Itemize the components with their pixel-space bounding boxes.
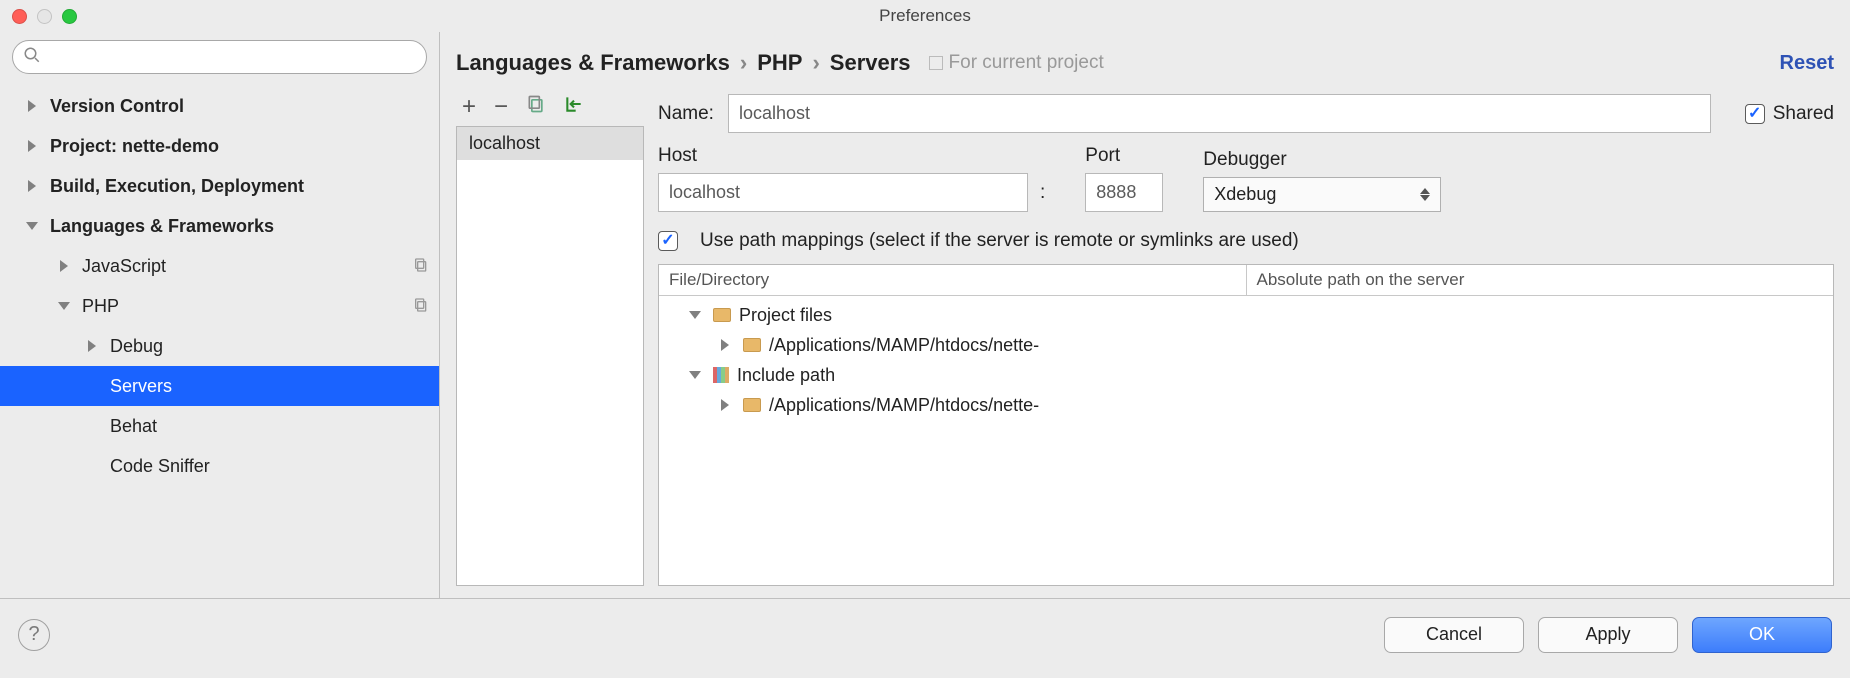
apply-button[interactable]: Apply (1538, 617, 1678, 653)
folder-icon (743, 398, 761, 412)
chevron-down-icon (689, 371, 701, 379)
grid-row[interactable]: Include path (659, 360, 1833, 390)
title-bar: Preferences (0, 0, 1850, 32)
folder-icon (743, 338, 761, 352)
tree-label: Build, Execution, Deployment (50, 176, 304, 197)
server-form: Name: Shared Host : (658, 94, 1834, 586)
remove-button[interactable]: − (494, 93, 508, 121)
cancel-button[interactable]: Cancel (1384, 617, 1524, 653)
server-list-toolbar: + − (456, 94, 644, 126)
project-icon (929, 56, 943, 70)
chevron-right-icon (721, 399, 729, 411)
search-input[interactable] (49, 47, 416, 67)
tree-label: Servers (110, 376, 172, 397)
grid-cell: Include path (737, 365, 835, 386)
shared-checkbox[interactable] (1745, 104, 1765, 124)
debugger-label: Debugger (1203, 149, 1441, 171)
import-button[interactable] (564, 94, 584, 120)
tree-label: Behat (110, 416, 157, 437)
tree-label: JavaScript (82, 256, 166, 277)
chevron-right-icon: › (740, 50, 747, 76)
tree-label: Project: nette-demo (50, 136, 219, 157)
breadcrumb: Languages & Frameworks › PHP › Servers F… (456, 42, 1834, 84)
chevron-right-icon (88, 340, 96, 352)
settings-tree: Version Control Project: nette-demo Buil… (0, 82, 439, 598)
content-pane: Languages & Frameworks › PHP › Servers F… (440, 32, 1850, 598)
copy-icon (413, 297, 429, 316)
tree-label: Version Control (50, 96, 184, 117)
grid-header: File/Directory Absolute path on the serv… (659, 265, 1833, 296)
host-label: Host (658, 145, 1045, 167)
path-mappings-grid: File/Directory Absolute path on the serv… (658, 264, 1834, 586)
use-path-mappings-checkbox[interactable] (658, 231, 678, 251)
grid-header-file[interactable]: File/Directory (659, 265, 1247, 295)
chevron-down-icon (689, 311, 701, 319)
server-list-item[interactable]: localhost (457, 127, 643, 160)
name-input[interactable] (728, 94, 1711, 133)
tree-item-build[interactable]: Build, Execution, Deployment (0, 166, 439, 206)
breadcrumb-2: PHP (757, 50, 802, 76)
debugger-select[interactable]: Xdebug (1203, 177, 1441, 212)
search-field[interactable] (12, 40, 427, 74)
tree-item-version-control[interactable]: Version Control (0, 86, 439, 126)
colon-separator: : (1040, 182, 1045, 204)
scope-text: For current project (949, 52, 1104, 74)
server-list-panel: + − localhost (456, 94, 644, 586)
tree-item-javascript[interactable]: JavaScript (0, 246, 439, 286)
search-icon (23, 46, 41, 69)
tree-item-behat[interactable]: Behat (0, 406, 439, 446)
folder-icon (713, 308, 731, 322)
host-input[interactable] (658, 173, 1028, 212)
chevron-right-icon (60, 260, 68, 272)
chevron-right-icon (721, 339, 729, 351)
chevron-down-icon (58, 302, 70, 310)
tree-item-debug[interactable]: Debug (0, 326, 439, 366)
name-label: Name: (658, 103, 714, 125)
chevron-right-icon: › (812, 50, 819, 76)
dialog-footer: ? Cancel Apply OK (0, 598, 1850, 670)
grid-row[interactable]: Project files (659, 300, 1833, 330)
reset-link[interactable]: Reset (1780, 52, 1834, 75)
copy-button[interactable] (526, 94, 546, 120)
chevron-right-icon (28, 140, 36, 152)
grid-header-path[interactable]: Absolute path on the server (1247, 265, 1834, 295)
breadcrumb-3: Servers (830, 50, 911, 76)
updown-icon (1420, 188, 1430, 201)
tree-item-code-sniffer[interactable]: Code Sniffer (0, 446, 439, 486)
tree-item-php[interactable]: PHP (0, 286, 439, 326)
tree-item-languages[interactable]: Languages & Frameworks (0, 206, 439, 246)
sidebar: Version Control Project: nette-demo Buil… (0, 32, 440, 598)
tree-item-servers[interactable]: Servers (0, 366, 439, 406)
tree-label: Languages & Frameworks (50, 216, 274, 237)
port-input[interactable] (1085, 173, 1163, 212)
server-list[interactable]: localhost (456, 126, 644, 586)
tree-label: Debug (110, 336, 163, 357)
chevron-down-icon (26, 222, 38, 230)
tree-label: PHP (82, 296, 119, 317)
ok-button[interactable]: OK (1692, 617, 1832, 653)
debugger-value: Xdebug (1214, 184, 1276, 205)
grid-row[interactable]: /Applications/MAMP/htdocs/nette- (659, 390, 1833, 420)
use-path-mappings-label: Use path mappings (select if the server … (700, 230, 1299, 252)
grid-cell: /Applications/MAMP/htdocs/nette- (769, 395, 1039, 416)
tree-label: Code Sniffer (110, 456, 210, 477)
port-label: Port (1085, 145, 1163, 167)
library-icon (713, 367, 729, 383)
shared-label: Shared (1773, 103, 1834, 125)
breadcrumb-1: Languages & Frameworks (456, 50, 730, 76)
grid-cell: /Applications/MAMP/htdocs/nette- (769, 335, 1039, 356)
grid-row[interactable]: /Applications/MAMP/htdocs/nette- (659, 330, 1833, 360)
copy-icon (413, 257, 429, 276)
window-title: Preferences (0, 6, 1850, 26)
help-button[interactable]: ? (18, 619, 50, 651)
tree-item-project[interactable]: Project: nette-demo (0, 126, 439, 166)
grid-cell: Project files (739, 305, 832, 326)
chevron-right-icon (28, 180, 36, 192)
scope-label: For current project (929, 52, 1104, 74)
chevron-right-icon (28, 100, 36, 112)
add-button[interactable]: + (462, 93, 476, 121)
